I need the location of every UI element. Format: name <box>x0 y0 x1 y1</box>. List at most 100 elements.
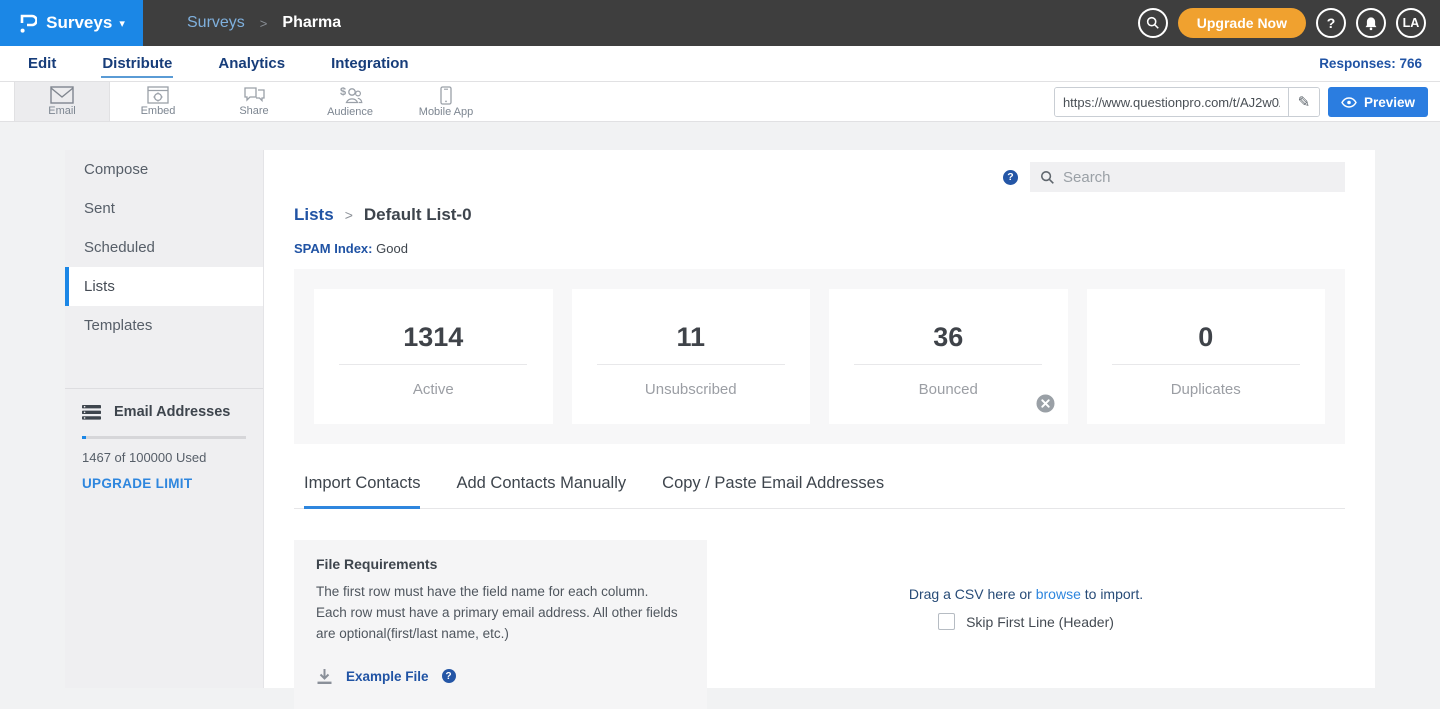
upgrade-now-button[interactable]: Upgrade Now <box>1178 8 1306 38</box>
email-usage-progress <box>82 436 246 439</box>
breadcrumb: Surveys > Pharma <box>187 0 341 46</box>
questionpro-logo-icon <box>18 11 37 35</box>
help-icon[interactable]: ? <box>442 669 456 683</box>
sidebar-item-label: Lists <box>84 278 115 295</box>
bell-icon[interactable] <box>1356 8 1386 38</box>
sidebar-item-scheduled[interactable]: Scheduled <box>65 228 263 267</box>
help-icon[interactable]: ? <box>1003 170 1018 185</box>
sidebar-item-label: Compose <box>84 161 148 178</box>
toolbar-item-share[interactable]: Share <box>206 82 302 121</box>
spam-index-value: Good <box>376 241 408 256</box>
toolbar-item-label: Share <box>239 105 268 117</box>
toolbar-item-email[interactable]: Email <box>14 82 110 121</box>
stat-separator <box>339 364 527 365</box>
toolbar-item-embed[interactable]: Embed <box>110 82 206 121</box>
stat-label: Duplicates <box>1171 381 1241 398</box>
toolbar-item-label: Embed <box>141 105 176 117</box>
sidebar-item-lists[interactable]: Lists <box>65 267 263 306</box>
skip-first-line-row: Skip First Line (Header) <box>938 613 1114 630</box>
chevron-right-icon: > <box>260 16 268 31</box>
toolbar-item-audience[interactable]: $ Audience <box>302 82 398 121</box>
stat-label: Active <box>413 381 454 398</box>
chevron-right-icon: > <box>345 207 353 223</box>
stat-card-active[interactable]: 1314 Active <box>314 289 553 424</box>
stat-label: Bounced <box>919 381 978 398</box>
tab-add-contacts-manually[interactable]: Add Contacts Manually <box>456 474 626 509</box>
toolbar-item-label: Email <box>48 105 76 117</box>
toolbar-item-label: Audience <box>327 106 373 118</box>
spam-index-label: SPAM Index: <box>294 241 373 256</box>
example-file-link[interactable]: Example File <box>346 669 429 684</box>
email-addresses-title: Email Addresses <box>114 404 230 420</box>
sidebar-item-templates[interactable]: Templates <box>65 306 263 345</box>
tab-import-contacts[interactable]: Import Contacts <box>304 474 420 509</box>
svg-text:$: $ <box>340 86 346 98</box>
search-input[interactable] <box>1063 169 1335 186</box>
stat-value: 11 <box>676 322 705 353</box>
csv-drop-zone[interactable]: Drag a CSV here or browse to import. Ski… <box>707 540 1345 709</box>
avatar[interactable]: LA <box>1396 8 1426 38</box>
eye-icon <box>1341 97 1357 108</box>
file-requirements-box: File Requirements The first row must hav… <box>294 540 707 709</box>
survey-url-input[interactable] <box>1055 88 1288 116</box>
drag-text-after: to import. <box>1085 586 1143 602</box>
stat-value: 36 <box>933 322 963 353</box>
edit-url-button[interactable]: ✎ <box>1288 88 1319 116</box>
list-stats-panel: 1314 Active 11 Unsubscribed 36 Bounced 0 <box>294 269 1345 444</box>
lists-main-panel: ? Lists > Default List-0 SPAM Index: Goo… <box>264 150 1375 688</box>
responses-count[interactable]: Responses: 766 <box>1319 56 1422 71</box>
breadcrumb-current-survey: Pharma <box>282 14 341 32</box>
product-switcher[interactable]: Surveys ▾ <box>0 0 143 46</box>
workspace: Compose Sent Scheduled Lists Templates E… <box>65 150 1375 688</box>
skip-first-line-checkbox[interactable] <box>938 613 955 630</box>
import-contacts-section: File Requirements The first row must hav… <box>294 540 1345 709</box>
toolbar-item-label: Mobile App <box>419 106 473 118</box>
sidebar-item-sent[interactable]: Sent <box>65 189 263 228</box>
pencil-icon: ✎ <box>1298 93 1311 111</box>
preview-label: Preview <box>1364 95 1415 110</box>
envelope-icon <box>50 86 74 104</box>
download-icon <box>316 668 333 685</box>
stat-card-unsubscribed[interactable]: 11 Unsubscribed <box>572 289 811 424</box>
search-icon[interactable] <box>1138 8 1168 38</box>
embed-window-icon <box>147 86 169 104</box>
upgrade-limit-link[interactable]: UPGRADE LIMIT <box>82 476 246 491</box>
email-sidebar: Compose Sent Scheduled Lists Templates E… <box>65 150 264 688</box>
file-requirements-body: The first row must have the field name f… <box>316 582 678 645</box>
tab-integration[interactable]: Integration <box>330 49 410 78</box>
drag-csv-text: Drag a CSV here or browse to import. <box>909 586 1143 602</box>
lists-breadcrumb-link[interactable]: Lists <box>294 205 334 225</box>
email-usage-text: 1467 of 100000 Used <box>82 450 246 465</box>
contacts-tabs: Import Contacts Add Contacts Manually Co… <box>294 474 1345 509</box>
drag-text-before: Drag a CSV here or <box>909 586 1032 602</box>
stat-card-bounced[interactable]: 36 Bounced <box>829 289 1068 424</box>
email-usage-progress-fill <box>82 436 86 439</box>
share-bubbles-icon <box>243 86 266 104</box>
sidebar-item-compose[interactable]: Compose <box>65 150 263 189</box>
top-bar: Surveys ▾ Surveys > Pharma Upgrade Now ?… <box>0 0 1440 46</box>
product-label: Surveys <box>46 13 112 33</box>
sidebar-item-label: Templates <box>84 317 152 334</box>
stat-separator <box>597 364 785 365</box>
mobile-phone-icon <box>440 86 452 105</box>
tab-distribute[interactable]: Distribute <box>101 49 173 78</box>
survey-url-wrap: ✎ <box>1054 87 1320 117</box>
sidebar-item-label: Sent <box>84 200 115 217</box>
list-stack-icon <box>82 405 101 420</box>
audience-icon: $ <box>337 86 363 105</box>
tab-copy-paste-email-addresses[interactable]: Copy / Paste Email Addresses <box>662 474 884 509</box>
current-list-name: Default List-0 <box>364 205 472 225</box>
survey-nav-row: Edit Distribute Analytics Integration Re… <box>0 46 1440 81</box>
distribute-toolbar: Email Embed Share $ Audience Mobile App … <box>0 81 1440 122</box>
stat-card-duplicates[interactable]: 0 Duplicates <box>1087 289 1326 424</box>
browse-link[interactable]: browse <box>1036 586 1081 602</box>
breadcrumb-surveys-link[interactable]: Surveys <box>187 14 245 32</box>
toolbar-item-mobile-app[interactable]: Mobile App <box>398 82 494 121</box>
chevron-down-icon: ▾ <box>119 17 125 30</box>
help-icon[interactable]: ? <box>1316 8 1346 38</box>
clear-circle-icon[interactable] <box>1036 394 1055 413</box>
preview-button[interactable]: Preview <box>1328 87 1428 117</box>
stat-separator <box>1112 364 1300 365</box>
tab-edit[interactable]: Edit <box>27 49 57 78</box>
tab-analytics[interactable]: Analytics <box>217 49 286 78</box>
